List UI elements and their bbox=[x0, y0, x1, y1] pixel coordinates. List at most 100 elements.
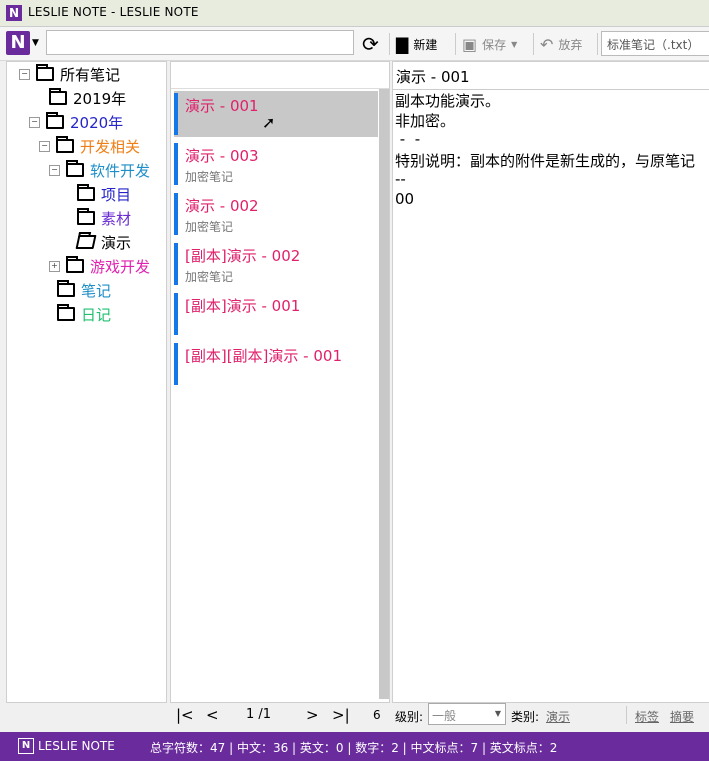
tree-item-dev[interactable]: − 开发相关 bbox=[39, 135, 140, 157]
folder-icon bbox=[46, 112, 64, 129]
tree-item-game[interactable]: + 游戏开发 bbox=[49, 255, 150, 277]
note-title-field[interactable]: 演示 - 001 bbox=[396, 66, 470, 87]
summary-link[interactable]: 摘要 bbox=[670, 708, 694, 725]
tree-label: 开发相关 bbox=[80, 137, 141, 156]
folder-icon bbox=[56, 136, 74, 153]
note-list-item[interactable]: [副本]演示 - 002 加密笔记 bbox=[174, 241, 378, 287]
note-color-bar bbox=[174, 143, 178, 185]
level-select[interactable]: 一般 ▼ bbox=[428, 703, 506, 725]
folder-icon bbox=[66, 160, 84, 177]
chevron-down-icon[interactable]: ▼ bbox=[32, 38, 39, 48]
undo-icon: ↶ bbox=[540, 34, 554, 54]
note-title: [副本]演示 - 002 bbox=[185, 247, 301, 265]
note-subtitle: 加密笔记 bbox=[185, 170, 234, 184]
note-line: 非加密。 bbox=[395, 112, 456, 130]
tree-item-2020[interactable]: − 2020年 bbox=[29, 111, 123, 133]
folder-icon bbox=[49, 88, 67, 105]
note-list-item[interactable]: [副本]演示 - 001 bbox=[174, 291, 378, 337]
save-button[interactable]: ▣ 保存 ▼ bbox=[462, 33, 517, 55]
app-logo-icon: N bbox=[6, 5, 22, 21]
note-color-bar bbox=[174, 243, 178, 285]
tree-label: 游戏开发 bbox=[90, 257, 151, 276]
tree-item-demo[interactable]: 演示 bbox=[75, 231, 131, 253]
save-icon: ▣ bbox=[462, 34, 478, 54]
expand-icon[interactable]: + bbox=[49, 260, 60, 272]
note-list-panel: 演示 - 001 ➚ 演示 - 003 加密笔记 演示 - 002 加密笔记 [… bbox=[170, 61, 390, 703]
chevron-down-icon: ▼ bbox=[494, 709, 501, 718]
save-label: 保存 bbox=[482, 37, 507, 52]
collapse-icon[interactable]: − bbox=[39, 140, 50, 152]
note-title: [副本][副本]演示 - 001 bbox=[185, 347, 342, 365]
tree-item-project[interactable]: 项目 bbox=[77, 183, 131, 205]
app-menu-button[interactable]: N bbox=[6, 31, 30, 55]
note-count: 6 bbox=[373, 708, 381, 722]
category-link[interactable]: 演示 bbox=[546, 708, 570, 725]
title-bar: N LESLIE NOTE - LESLIE NOTE bbox=[0, 0, 709, 27]
tree-label: 软件开发 bbox=[90, 161, 151, 180]
discard-button[interactable]: ↶ 放弃 bbox=[540, 33, 582, 55]
tree-item-material[interactable]: 素材 bbox=[77, 207, 131, 229]
tree-label: 笔记 bbox=[81, 281, 112, 300]
note-color-bar bbox=[174, 343, 178, 385]
notebook-tree: − 所有笔记 2019年 − 2020年 − 开发相关 − 软件开发 项目 素材… bbox=[6, 61, 167, 703]
tree-item-notes[interactable]: 笔记 bbox=[57, 279, 111, 301]
window-title: LESLIE NOTE - LESLIE NOTE bbox=[28, 5, 199, 19]
tree-item-2019[interactable]: 2019年 bbox=[49, 87, 126, 109]
first-page-button[interactable]: |< bbox=[176, 706, 194, 724]
collapse-icon[interactable]: − bbox=[19, 68, 30, 80]
note-type-select[interactable]: 标准笔记（.txt） bbox=[601, 31, 709, 56]
collapse-icon[interactable]: − bbox=[29, 116, 40, 128]
collapse-icon[interactable]: − bbox=[49, 164, 60, 176]
open-folder-icon bbox=[75, 235, 97, 249]
note-color-bar bbox=[174, 193, 178, 235]
discard-label: 放弃 bbox=[558, 37, 583, 52]
character-stats: 总字符数：47 | 中文：36 | 英文：0 | 数字：2 | 中文标点：7 |… bbox=[150, 741, 558, 755]
note-line: - - bbox=[395, 130, 421, 148]
chevron-down-icon[interactable]: ▼ bbox=[511, 40, 517, 49]
status-brand: N LESLIE NOTE bbox=[18, 738, 115, 754]
note-body-textarea[interactable]: 副本功能演示。 非加密。 - - 特别说明：副本的附件是新生成的，与原笔记 --… bbox=[393, 89, 709, 702]
tags-link[interactable]: 标签 bbox=[635, 708, 659, 725]
note-line: -- bbox=[395, 170, 406, 188]
last-page-button[interactable]: >| bbox=[332, 706, 350, 724]
scrollbar[interactable] bbox=[379, 89, 389, 699]
new-note-label: 新建 bbox=[413, 37, 438, 52]
note-list-item[interactable]: 演示 - 002 加密笔记 bbox=[174, 191, 378, 237]
status-bar: N LESLIE NOTE 总字符数：47 | 中文：36 | 英文：0 | 数… bbox=[0, 732, 709, 761]
tree-item-software[interactable]: − 软件开发 bbox=[49, 159, 150, 181]
note-list-header bbox=[171, 62, 389, 89]
new-note-button[interactable]: ▇ 新建 bbox=[396, 33, 437, 55]
folder-icon bbox=[77, 208, 95, 225]
level-value: 一般 bbox=[432, 709, 457, 723]
tree-item-diary[interactable]: 日记 bbox=[57, 303, 111, 325]
note-title: [副本]演示 - 001 bbox=[185, 297, 301, 315]
tree-label: 2019年 bbox=[73, 89, 127, 108]
note-list-item[interactable]: 演示 - 001 ➚ bbox=[174, 91, 378, 137]
refresh-icon: ⟳ bbox=[362, 32, 379, 56]
prev-page-button[interactable]: < bbox=[206, 706, 219, 724]
note-subtitle: 加密笔记 bbox=[185, 220, 234, 234]
tree-label: 项目 bbox=[101, 185, 132, 204]
folder-icon bbox=[66, 256, 84, 273]
toolbar-divider bbox=[455, 33, 456, 55]
note-color-bar bbox=[174, 293, 178, 335]
note-title: 演示 - 001 bbox=[185, 97, 259, 115]
tree-item-all-notes[interactable]: − 所有笔记 bbox=[19, 63, 120, 85]
category-label: 类别: bbox=[511, 710, 540, 724]
note-options: 级别: 一般 ▼ 类别: 演示 标签 摘要 bbox=[392, 703, 709, 727]
new-document-icon: ▇ bbox=[396, 34, 409, 54]
next-page-button[interactable]: > bbox=[306, 706, 319, 724]
tree-label: 日记 bbox=[81, 305, 112, 324]
toolbar: N ▼ ⟳ ▇ 新建 ▣ 保存 ▼ ↶ 放弃 标准笔记（.txt） bbox=[0, 27, 709, 61]
note-line: 00 bbox=[395, 190, 415, 208]
refresh-button[interactable]: ⟳ bbox=[362, 32, 379, 56]
folder-icon bbox=[57, 304, 75, 321]
note-editor: 演示 - 001 副本功能演示。 非加密。 - - 特别说明：副本的附件是新生成… bbox=[392, 61, 709, 703]
note-list-item[interactable]: 演示 - 003 加密笔记 bbox=[174, 141, 378, 187]
options-divider bbox=[626, 706, 627, 724]
toolbar-divider bbox=[533, 33, 534, 55]
note-line: 特别说明：副本的附件是新生成的，与原笔记 bbox=[395, 152, 696, 170]
search-input[interactable] bbox=[46, 30, 354, 55]
note-title: 演示 - 002 bbox=[185, 197, 259, 215]
note-list-item[interactable]: [副本][副本]演示 - 001 bbox=[174, 341, 378, 387]
